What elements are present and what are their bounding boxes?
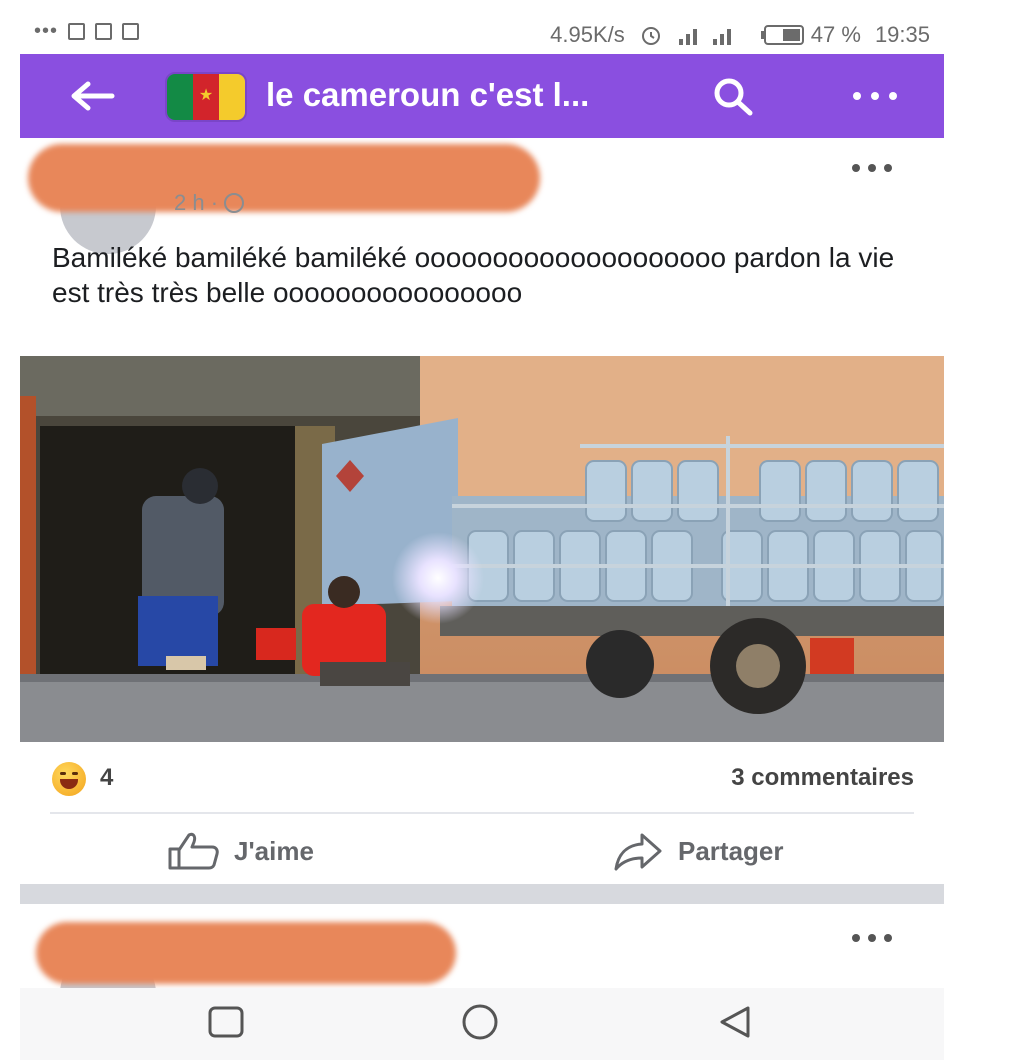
comment-count-link[interactable]: 3 commentaires <box>731 764 914 792</box>
screenshot-icon <box>95 23 113 40</box>
search-button[interactable] <box>708 74 760 118</box>
more-options-button[interactable] <box>846 78 904 114</box>
haha-reaction-icon[interactable] <box>52 762 86 796</box>
more-dots-icon <box>853 92 897 100</box>
share-arrow-icon <box>614 833 662 871</box>
back-nav-button[interactable] <box>712 1004 760 1044</box>
app-bar: ★ le cameroun c'est l... <box>20 54 944 138</box>
photo-scene <box>20 356 944 742</box>
more-icon: ••• <box>34 20 59 42</box>
group-flag-icon[interactable]: ★ <box>165 72 247 122</box>
recents-button[interactable] <box>202 1004 250 1044</box>
status-right: 4.95K/s 47 % 19:35 <box>550 22 930 48</box>
flag-star-icon: ★ <box>198 87 214 105</box>
recents-square-icon <box>208 1006 244 1038</box>
sim-icon <box>68 23 86 40</box>
back-button[interactable] <box>64 72 120 120</box>
thumbs-up-icon <box>168 832 219 870</box>
like-button[interactable]: J'aime <box>166 826 314 876</box>
post-text: Bamiléké bamiléké bamiléké ooooooooooooo… <box>52 242 895 308</box>
feed-separator <box>20 884 944 904</box>
post-photo[interactable] <box>20 356 944 742</box>
post-timestamp: 2 h · <box>174 190 245 216</box>
back-triangle-icon <box>720 1006 750 1038</box>
group-title[interactable]: le cameroun c'est l... <box>266 76 589 114</box>
divider <box>50 812 914 814</box>
share-button[interactable]: Partager <box>612 826 784 876</box>
signal-icon <box>678 29 731 45</box>
redacted-next-author-name <box>36 922 456 984</box>
globe-icon <box>224 193 245 213</box>
reaction-count[interactable]: 4 <box>100 764 113 792</box>
reactions-bar: 4 3 commentaires <box>20 752 944 802</box>
post-options-button[interactable] <box>848 152 896 186</box>
like-label: J'aime <box>234 835 314 866</box>
more-dots-icon <box>852 164 892 172</box>
net-speed: 4.95K/s <box>550 22 625 47</box>
home-button[interactable] <box>456 1004 504 1044</box>
back-arrow-icon <box>71 81 115 111</box>
redacted-author-name <box>28 144 540 212</box>
next-post-options-button[interactable] <box>848 922 896 956</box>
post-header: 2 h · <box>20 138 944 254</box>
post-actions: J'aime Partager <box>20 820 944 880</box>
status-bar: ••• 4.95K/s 47 % 19:35 <box>20 0 944 54</box>
system-nav-bar <box>20 988 944 1060</box>
phone-screen: ••• 4.95K/s 47 % 19:35 ★ le cameroun c'e… <box>20 0 944 1060</box>
post-time-text: 2 h · <box>174 190 219 215</box>
home-circle-icon <box>462 1004 498 1040</box>
alarm-icon <box>641 27 660 45</box>
clock: 19:35 <box>874 22 930 47</box>
battery-level: 47 % <box>810 22 861 47</box>
share-label: Partager <box>678 835 784 866</box>
gallery-icon <box>122 23 140 40</box>
next-post-header <box>20 904 944 990</box>
battery-icon <box>760 25 804 45</box>
status-left-icons: ••• <box>34 20 140 43</box>
more-dots-icon <box>852 934 892 942</box>
search-icon <box>714 78 753 116</box>
